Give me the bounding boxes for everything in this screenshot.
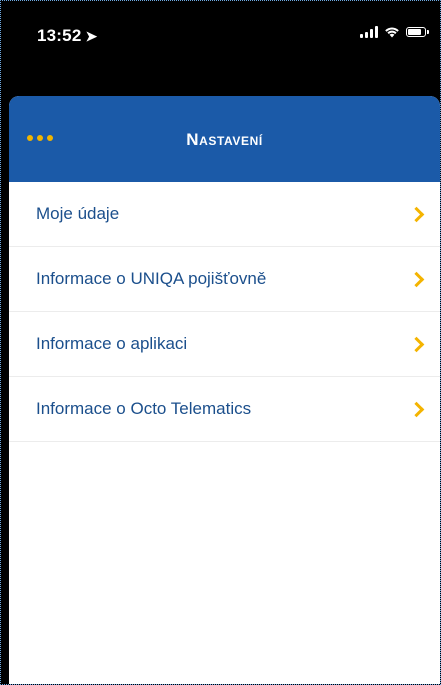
menu-item-label: Informace o Octo Telematics: [36, 399, 252, 418]
menu-item-moje-udaje[interactable]: Moje údaje: [9, 182, 440, 247]
menu-item-label: Informace o aplikaci: [36, 334, 188, 353]
status-time-label: 13:52: [37, 26, 82, 45]
menu-item-app-info[interactable]: Informace o aplikaci: [9, 312, 440, 377]
nav-bar: Nastavení: [9, 96, 440, 182]
wifi-icon: [385, 27, 399, 38]
menu-item-label: Moje údaje: [36, 204, 120, 223]
status-time: 13:52 ➤: [37, 26, 97, 46]
chevron-right-icon: [408, 401, 425, 417]
cellular-signal-icon: [360, 26, 378, 38]
menu-item-octo-info[interactable]: Informace o Octo Telematics: [9, 377, 440, 442]
status-bar: 13:52 ➤: [1, 1, 440, 51]
chevron-right-icon: [408, 336, 425, 352]
page-title: Nastavení: [186, 130, 263, 149]
location-arrow-icon: ➤: [85, 28, 98, 44]
app-window: 13:52 ➤ Nastavení Moje údaje Informace o…: [0, 0, 441, 685]
menu-item-label: Informace o UNIQA pojišťovně: [36, 269, 267, 288]
settings-screen: Nastavení Moje údaje Informace o UNIQA p…: [9, 96, 440, 684]
battery-icon: [406, 27, 429, 37]
chevron-right-icon: [408, 206, 425, 222]
menu-item-uniqa-info[interactable]: Informace o UNIQA pojišťovně: [9, 247, 440, 312]
status-icons: [360, 26, 429, 38]
settings-menu: Moje údaje Informace o UNIQA pojišťovně …: [9, 182, 440, 442]
chevron-right-icon: [408, 271, 425, 287]
